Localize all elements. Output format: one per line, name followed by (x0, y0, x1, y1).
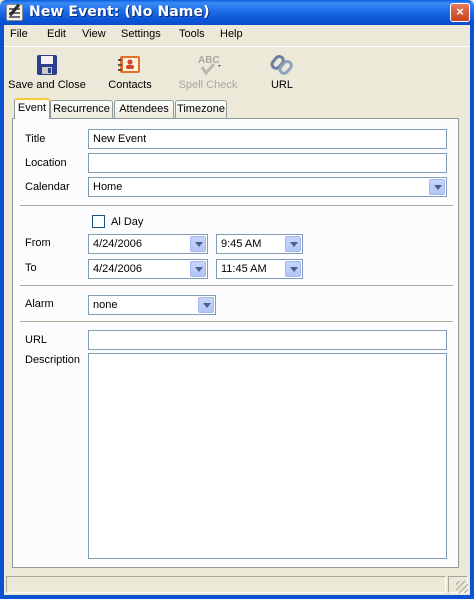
contacts-label: Contacts (108, 79, 152, 91)
close-button[interactable]: × (450, 3, 470, 22)
svg-text:ABC: ABC (198, 55, 220, 66)
from-time-select[interactable]: 9:45 AM (216, 234, 303, 254)
tab-attendees[interactable]: Attendees (114, 100, 174, 118)
from-date-select[interactable]: 4/24/2006 (88, 234, 208, 254)
all-day-label: Al Day (111, 216, 144, 228)
save-and-close-label: Save and Close (8, 79, 86, 91)
to-label: To (25, 262, 37, 274)
spell-check-button[interactable]: ABC Spell Check (172, 51, 244, 93)
status-bar (4, 574, 470, 595)
chevron-down-icon[interactable] (198, 297, 214, 313)
alarm-value: none (93, 299, 118, 311)
to-date-value: 4/24/2006 (93, 263, 142, 275)
chevron-down-icon[interactable] (285, 261, 301, 277)
location-label: Location (25, 157, 67, 169)
chevron-down-icon[interactable] (190, 236, 206, 252)
location-field[interactable] (88, 153, 447, 173)
title-field[interactable]: New Event (88, 129, 447, 149)
menu-file[interactable]: File (10, 28, 28, 40)
chevron-down-icon[interactable] (429, 179, 445, 195)
calendar-select[interactable]: Home (88, 177, 447, 197)
app-icon[interactable] (6, 4, 23, 21)
tab-event[interactable]: Event (14, 98, 50, 119)
url-field-label: URL (25, 334, 48, 346)
chevron-down-icon[interactable] (190, 261, 206, 277)
separator (20, 285, 453, 287)
all-day-checkbox[interactable] (92, 215, 105, 228)
url-field[interactable] (88, 330, 447, 350)
resize-grip-icon[interactable] (456, 581, 468, 593)
window-title: New Event: (No Name) (29, 4, 210, 20)
description-textarea[interactable] (88, 353, 447, 559)
save-and-close-button[interactable]: Save and Close (6, 51, 88, 93)
menu-settings[interactable]: Settings (121, 28, 161, 40)
title-bar[interactable]: New Event: (No Name) × (0, 0, 474, 25)
to-time-select[interactable]: 11:45 AM (216, 259, 303, 279)
tab-timezone[interactable]: Timezone (175, 100, 227, 118)
separator (20, 321, 453, 323)
url-button[interactable]: URL (262, 51, 302, 93)
from-time-value: 9:45 AM (221, 238, 262, 250)
toolbar: Save and Close Contacts ABC Spell Check … (4, 46, 470, 94)
menu-tools[interactable]: Tools (179, 28, 205, 40)
chain-link-icon (270, 54, 293, 75)
calendar-value: Home (93, 181, 123, 193)
from-date-value: 4/24/2006 (93, 238, 142, 250)
description-label: Description (25, 354, 81, 366)
alarm-label: Alarm (25, 298, 54, 310)
address-book-icon (118, 56, 140, 73)
menu-bar: File Edit View Settings Tools Help (4, 25, 470, 45)
title-label: Title (25, 133, 46, 145)
menu-view[interactable]: View (82, 28, 106, 40)
spell-check-icon: ABC (198, 55, 221, 76)
window-frame-left (0, 25, 4, 599)
window-frame-right (470, 25, 474, 599)
event-panel: Title New Event Location Calendar Home A… (12, 118, 459, 568)
contacts-button[interactable]: Contacts (102, 51, 158, 93)
to-date-select[interactable]: 4/24/2006 (88, 259, 208, 279)
floppy-disk-icon (37, 55, 57, 75)
spell-check-label: Spell Check (178, 79, 238, 91)
chevron-down-icon[interactable] (285, 236, 301, 252)
menu-help[interactable]: Help (220, 28, 243, 40)
url-label: URL (270, 79, 293, 91)
status-pane (6, 576, 446, 593)
tab-recurrence[interactable]: Recurrence (50, 100, 113, 118)
from-label: From (25, 237, 51, 249)
menu-edit[interactable]: Edit (47, 28, 66, 40)
to-time-value: 11:45 AM (221, 263, 267, 275)
window-frame-bottom (0, 595, 474, 599)
separator (20, 205, 453, 207)
calendar-label: Calendar (25, 181, 70, 193)
alarm-select[interactable]: none (88, 295, 216, 315)
